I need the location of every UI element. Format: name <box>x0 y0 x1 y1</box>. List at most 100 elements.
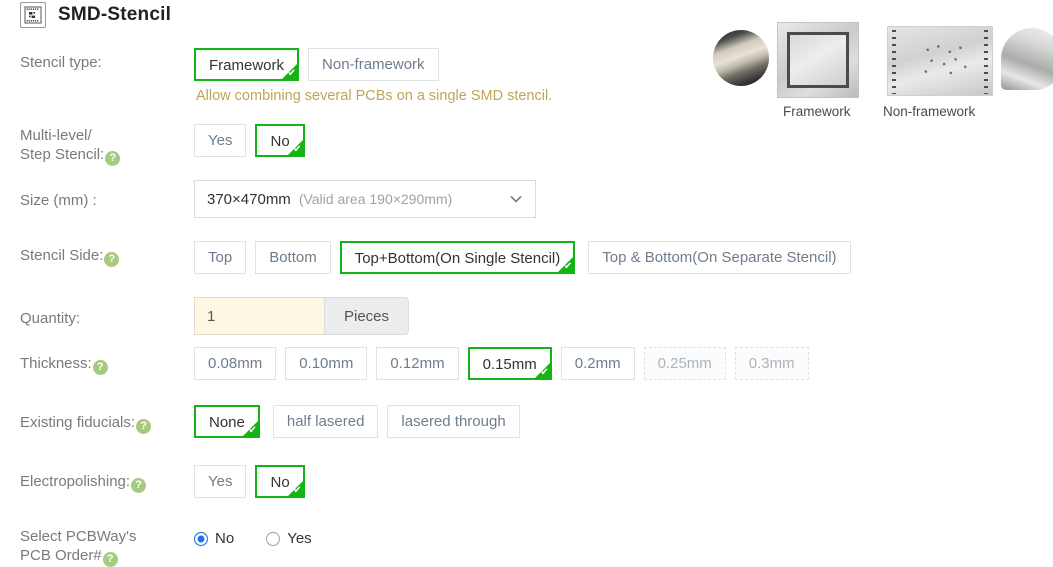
option-label: None <box>209 414 245 431</box>
non-framework-image-caption: Non-framework <box>883 104 976 119</box>
page-title: SMD-Stencil <box>58 4 172 25</box>
quantity-input[interactable] <box>194 297 324 335</box>
stencil-icon <box>20 2 46 28</box>
fiducials-options: None ✔ half lasered lasered through <box>194 405 529 438</box>
thickness-012-button[interactable]: 0.12mm <box>376 347 459 380</box>
option-label: Non-framework <box>322 56 425 73</box>
help-icon[interactable]: ? <box>105 151 121 166</box>
fiducials-none-button[interactable]: None ✔ <box>194 405 260 438</box>
check-icon: ✔ <box>248 425 257 436</box>
thickness-options: 0.08mm 0.10mm 0.12mm 0.15mm ✔ 0.2mm 0.25… <box>194 347 818 380</box>
non-framework-stencil-image <box>887 26 993 96</box>
size-valid-area: (Valid area 190×290mm) <box>298 191 453 207</box>
multi-level-options: Yes No ✔ <box>194 124 314 157</box>
check-icon: ✔ <box>563 261 573 272</box>
multi-level-yes-button[interactable]: Yes <box>194 124 247 157</box>
multi-level-label-line1: Multi-level/ <box>20 127 92 144</box>
fiducials-label: Existing fiducials:? <box>20 413 152 434</box>
help-icon[interactable]: ? <box>92 360 108 375</box>
size-label: Size (mm) : <box>20 192 97 209</box>
thickness-025-button: 0.25mm <box>643 347 726 380</box>
check-icon: ✔ <box>540 367 549 378</box>
electropolishing-no-button[interactable]: No ✔ <box>255 465 305 498</box>
electropolishing-options: Yes No ✔ <box>194 465 314 498</box>
help-icon[interactable]: ? <box>102 552 118 567</box>
size-selected-value: 370×470mm <box>207 190 291 208</box>
stencil-type-label: Stencil type: <box>20 54 102 71</box>
option-label: Yes <box>208 132 233 149</box>
fiducials-label-text: Existing fiducials: <box>20 414 136 431</box>
quantity-control: Pieces <box>194 297 409 335</box>
stencil-side-top-bottom-single-button[interactable]: Top+Bottom(On Single Stencil) ✔ <box>339 241 576 274</box>
pcb-order-radio-no[interactable]: No <box>194 530 234 547</box>
option-label: Framework <box>209 57 285 74</box>
thickness-label-text: Thickness: <box>20 355 92 372</box>
thickness-02-button[interactable]: 0.2mm <box>560 347 635 380</box>
stencil-closeup-image <box>713 30 769 86</box>
product-image-gallery: Framework Non-framework <box>713 22 1053 119</box>
stencil-side-options: Top Bottom Top+Bottom(On Single Stencil)… <box>194 241 860 274</box>
fiducials-half-lasered-button[interactable]: half lasered <box>272 405 379 438</box>
option-label: 0.08mm <box>208 355 263 372</box>
stencil-side-label: Stencil Side:? <box>20 246 120 267</box>
option-label: 0.10mm <box>299 355 354 372</box>
help-icon[interactable]: ? <box>104 252 120 267</box>
radio-label: Yes <box>287 530 312 547</box>
option-label: 0.3mm <box>748 355 795 372</box>
size-select[interactable]: 370×470mm (Valid area 190×290mm) <box>194 180 536 218</box>
check-icon: ✔ <box>293 485 302 496</box>
curled-stencil-image <box>1001 28 1053 90</box>
stencil-side-label-text: Stencil Side: <box>20 247 104 264</box>
pcb-order-radio-yes[interactable]: Yes <box>266 530 312 547</box>
stencil-type-framework-button[interactable]: Framework ✔ <box>194 48 300 81</box>
thickness-008-button[interactable]: 0.08mm <box>194 347 277 380</box>
option-label: Bottom <box>269 249 317 266</box>
option-label: Top & Bottom(On Separate Stencil) <box>602 249 837 266</box>
option-label: Top <box>208 249 233 266</box>
smd-stencil-form-page: SMD-Stencil Framework Non-framework Sten… <box>0 0 1053 567</box>
stencil-side-top-button[interactable]: Top <box>194 241 247 274</box>
option-label: 0.12mm <box>390 355 445 372</box>
option-label: 0.25mm <box>657 355 712 372</box>
framework-image-caption: Framework <box>783 104 851 119</box>
check-icon: ✔ <box>293 144 302 155</box>
option-label: 0.15mm <box>482 356 537 373</box>
multi-level-label-line2: Step Stencil: <box>20 146 105 163</box>
help-icon[interactable]: ? <box>131 478 147 493</box>
fiducials-lasered-through-button[interactable]: lasered through <box>387 405 520 438</box>
quantity-unit-label: Pieces <box>324 297 409 335</box>
multi-level-label: Multi-level/ Step Stencil:? <box>20 126 121 166</box>
stencil-type-non-framework-button[interactable]: Non-framework <box>308 48 439 81</box>
electropolishing-yes-button[interactable]: Yes <box>194 465 247 498</box>
pcb-order-label-line1: Select PCBWay's <box>20 528 137 545</box>
multi-level-no-button[interactable]: No ✔ <box>255 124 305 157</box>
radio-icon <box>266 531 281 546</box>
framework-stencil-image <box>777 22 859 98</box>
check-icon: ✔ <box>287 68 297 79</box>
chevron-down-icon <box>510 190 522 208</box>
pcb-order-label: Select PCBWay's PCB Order#? <box>20 527 137 567</box>
electropolishing-label-text: Electropolishing: <box>20 473 131 490</box>
pcb-order-radios: No Yes <box>194 530 312 547</box>
thickness-010-button[interactable]: 0.10mm <box>285 347 368 380</box>
stencil-type-options: Framework ✔ Non-framework <box>194 48 448 81</box>
option-label: lasered through <box>401 413 506 430</box>
thickness-015-button[interactable]: 0.15mm ✔ <box>467 347 552 380</box>
option-label: 0.2mm <box>574 355 621 372</box>
radio-icon <box>194 531 208 546</box>
radio-label: No <box>215 530 235 547</box>
size-select-wrap: 370×470mm (Valid area 190×290mm) <box>194 180 536 218</box>
thickness-label: Thickness:? <box>20 354 108 375</box>
option-label: Top+Bottom(On Single Stencil) <box>354 250 561 267</box>
stencil-type-hint: Allow combining several PCBs on a single… <box>196 88 553 104</box>
stencil-side-top-bottom-separate-button[interactable]: Top & Bottom(On Separate Stencil) <box>588 241 851 274</box>
help-icon[interactable]: ? <box>136 419 152 434</box>
stencil-side-bottom-button[interactable]: Bottom <box>255 241 331 274</box>
option-label: half lasered <box>286 413 365 430</box>
option-label: Yes <box>208 473 233 490</box>
electropolishing-label: Electropolishing:? <box>20 472 147 493</box>
thickness-03-button: 0.3mm <box>734 347 809 380</box>
quantity-label: Quantity: <box>20 310 81 327</box>
page-header: SMD-Stencil <box>20 2 171 28</box>
pcb-order-label-line2: PCB Order# <box>20 547 102 564</box>
